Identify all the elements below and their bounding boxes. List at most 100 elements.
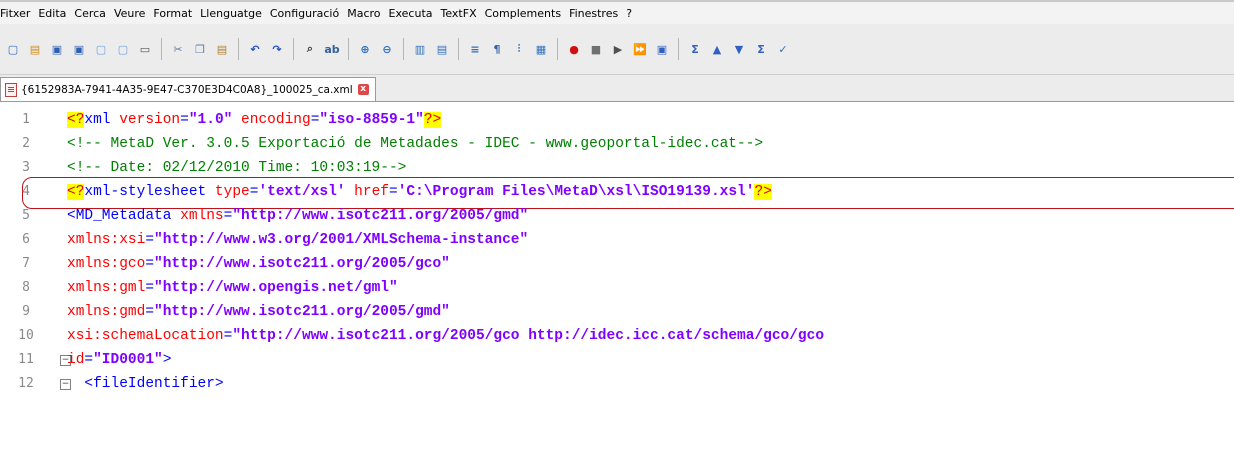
copy-icon[interactable]: ❐ bbox=[191, 40, 209, 58]
code-text: xmlns:gco="http://www.isotc211.org/2005/… bbox=[67, 252, 450, 276]
menu-item-9[interactable]: TextFX bbox=[437, 7, 481, 20]
token-attr: encoding bbox=[232, 112, 311, 128]
save-macro-icon[interactable]: ▣ bbox=[653, 40, 671, 58]
code-line: 4 <?xml-stylesheet type='text/xsl' href='… bbox=[0, 180, 1234, 204]
menu-bar: Fitxer Edita Cerca Veure Format Llenguatge Con… bbox=[0, 2, 1234, 24]
menu-item-3[interactable]: Veure bbox=[110, 7, 149, 20]
token-pi: <? bbox=[67, 112, 85, 128]
zoom-in-icon[interactable]: ⊕ bbox=[356, 40, 374, 58]
close-tab-icon[interactable]: x bbox=[357, 84, 369, 95]
menu-item-4[interactable]: Format bbox=[149, 7, 196, 20]
textfx-sum-icon[interactable]: Σ bbox=[686, 40, 704, 58]
token-val: "1.0" bbox=[188, 112, 233, 128]
code-line: 8 xmlns:gml="http://www.opengis.net/gml" bbox=[0, 276, 1234, 300]
spell-check-icon[interactable]: ✓ bbox=[774, 40, 792, 58]
zoom-out-icon[interactable]: ⊖ bbox=[378, 40, 396, 58]
line-number: 4 bbox=[22, 184, 30, 199]
toolbar-separator bbox=[293, 38, 294, 60]
redo-icon[interactable]: ↷ bbox=[268, 40, 286, 58]
token-attr: xmlns:gco bbox=[67, 256, 146, 272]
token-tag: <fileIdentifier> bbox=[67, 376, 224, 392]
code-line: 6 xmlns:xsi="http://www.w3.org/2001/XMLSc… bbox=[0, 228, 1234, 252]
token-val: "ID0001" bbox=[93, 352, 163, 368]
code-line: 9 xmlns:gmd="http://www.isotc211.org/2005… bbox=[0, 300, 1234, 324]
code-text: <fileIdentifier> bbox=[67, 372, 224, 396]
line-number: 7 bbox=[22, 256, 30, 271]
token-pi: ?> bbox=[754, 184, 772, 200]
menu-item-0[interactable]: Fitxer bbox=[0, 7, 34, 20]
menu-item-11[interactable]: Finestres bbox=[565, 7, 622, 20]
token-val: "http://www.isotc211.org/2005/gmd" bbox=[154, 304, 450, 320]
token-pi: ?> bbox=[423, 112, 442, 128]
save-icon[interactable]: ▣ bbox=[48, 40, 66, 58]
sync-horizontal-icon[interactable]: ▤ bbox=[433, 40, 451, 58]
cut-icon[interactable]: ✂ bbox=[169, 40, 187, 58]
undo-icon[interactable]: ↶ bbox=[246, 40, 264, 58]
token-tag: xml-stylesheet bbox=[84, 184, 207, 200]
code-text: xmlns:xsi="http://www.w3.org/2001/XMLSch… bbox=[67, 228, 528, 252]
token-punct: = bbox=[388, 184, 398, 200]
find-icon[interactable]: ⌕ bbox=[301, 40, 319, 58]
print-icon[interactable]: ▭ bbox=[136, 40, 154, 58]
token-punct: = bbox=[84, 352, 94, 368]
token-comment: <!-- Date: 02/12/2010 Time: 10:03:19--> bbox=[67, 160, 407, 176]
new-file-icon[interactable]: ▢ bbox=[4, 40, 22, 58]
code-text: <!-- MetaD Ver. 3.0.5 Exportació de Meta… bbox=[67, 132, 763, 156]
token-attr: xmlns bbox=[171, 208, 224, 224]
menu-item-2[interactable]: Cerca bbox=[70, 7, 110, 20]
line-number: 6 bbox=[22, 232, 30, 247]
toolbar-separator bbox=[557, 38, 558, 60]
toolbar-separator bbox=[161, 38, 162, 60]
token-val: "http://www.w3.org/2001/XMLSchema-instan… bbox=[154, 232, 529, 248]
menu-item-7[interactable]: Macro bbox=[343, 7, 384, 20]
paste-icon[interactable]: ▤ bbox=[213, 40, 231, 58]
move-up-icon[interactable]: ▲ bbox=[708, 40, 726, 58]
menu-item-6[interactable]: Configuració bbox=[266, 7, 343, 20]
token-punct: = bbox=[145, 304, 155, 320]
toolbar-separator bbox=[403, 38, 404, 60]
line-number: 3 bbox=[22, 160, 30, 175]
code-line: 2 <!-- MetaD Ver. 3.0.5 Exportació de Met… bbox=[0, 132, 1234, 156]
move-down-icon[interactable]: ▼ bbox=[730, 40, 748, 58]
token-val: "http://www.isotc211.org/2005/gco" bbox=[154, 256, 450, 272]
token-tag: <MD_Metadata bbox=[67, 208, 172, 224]
code-line: 11− id="ID0001"> bbox=[0, 348, 1234, 372]
token-punct: = bbox=[145, 256, 155, 272]
line-number: 11 bbox=[18, 352, 34, 367]
menu-item-12[interactable]: ? bbox=[622, 7, 636, 20]
token-attr: xmlns:gml bbox=[67, 280, 146, 296]
code-editor[interactable]: 1 <?xml version="1.0" encoding="iso-8859-… bbox=[0, 102, 1234, 462]
close-file-icon[interactable]: ▢ bbox=[92, 40, 110, 58]
code-line: 10 xsi:schemaLocation="http://www.isotc21… bbox=[0, 324, 1234, 348]
menu-item-8[interactable]: Executa bbox=[385, 7, 437, 20]
tab-strip: {6152983A-7941-4A35-9E47-C370E3D4C0A8}_1… bbox=[0, 75, 1234, 102]
record-macro-icon[interactable]: ● bbox=[565, 40, 583, 58]
user-language-icon[interactable]: ▦ bbox=[532, 40, 550, 58]
textfx-sort-icon[interactable]: Σ bbox=[752, 40, 770, 58]
word-wrap-icon[interactable]: ≡ bbox=[466, 40, 484, 58]
code-line: 3 <!-- Date: 02/12/2010 Time: 10:03:19--> bbox=[0, 156, 1234, 180]
token-attr: xmlns:gmd bbox=[67, 304, 146, 320]
sync-vertical-icon[interactable]: ▥ bbox=[411, 40, 429, 58]
stop-record-icon[interactable]: ■ bbox=[587, 40, 605, 58]
token-attr: version bbox=[110, 112, 181, 128]
line-number: 10 bbox=[18, 328, 34, 343]
code-text: xmlns:gmd="http://www.isotc211.org/2005/… bbox=[67, 300, 450, 324]
replace-icon[interactable]: ab bbox=[323, 40, 341, 58]
tab-label: {6152983A-7941-4A35-9E47-C370E3D4C0A8}_1… bbox=[21, 83, 353, 96]
show-all-chars-icon[interactable]: ¶ bbox=[488, 40, 506, 58]
open-file-icon[interactable]: ▤ bbox=[26, 40, 44, 58]
menu-item-10[interactable]: Complements bbox=[481, 7, 565, 20]
menu-item-5[interactable]: Llenguatge bbox=[196, 7, 266, 20]
code-text: xsi:schemaLocation="http://www.isotc211.… bbox=[67, 324, 824, 348]
run-macro-multiple-icon[interactable]: ⏩ bbox=[631, 40, 649, 58]
code-text: <?xml version="1.0" encoding="iso-8859-1… bbox=[67, 108, 442, 132]
line-number: 2 bbox=[22, 136, 30, 151]
indent-guide-icon[interactable]: ⫶ bbox=[510, 40, 528, 58]
save-all-icon[interactable]: ▣ bbox=[70, 40, 88, 58]
play-macro-icon[interactable]: ▶ bbox=[609, 40, 627, 58]
code-text: xmlns:gml="http://www.opengis.net/gml" bbox=[67, 276, 398, 300]
close-all-icon[interactable]: ▢ bbox=[114, 40, 132, 58]
tab-file[interactable]: {6152983A-7941-4A35-9E47-C370E3D4C0A8}_1… bbox=[0, 77, 376, 101]
menu-item-1[interactable]: Edita bbox=[34, 7, 70, 20]
